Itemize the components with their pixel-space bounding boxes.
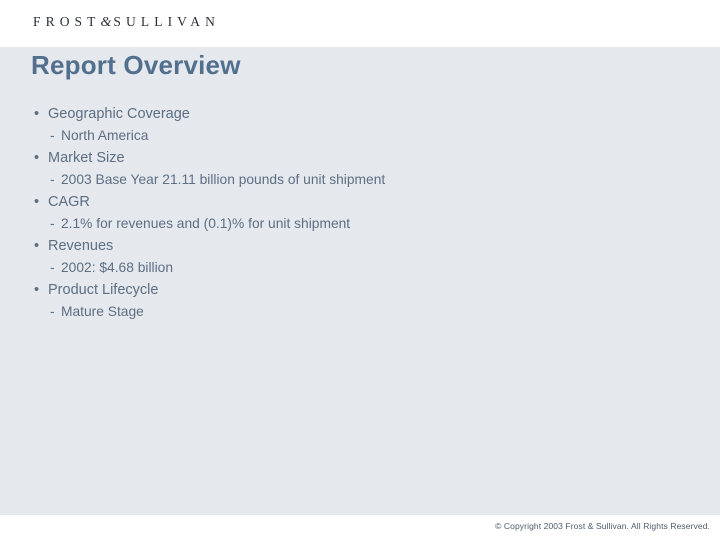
outline-list: • Geographic Coverage - North America • Mar… <box>28 103 688 323</box>
page-title: Report Overview <box>31 50 241 80</box>
list-item-label: CAGR <box>48 194 90 210</box>
bullet-dot-icon: • <box>34 106 40 122</box>
list-item-label: Product Lifecycle <box>48 282 159 298</box>
frost-sullivan-logo: FROST&SULLIVAN <box>33 14 220 31</box>
bullet-dash-icon: - <box>50 128 55 143</box>
list-item: -2.1% for revenues and (0.1)% for unit s… <box>28 213 688 235</box>
list-item: • Revenues <box>28 235 688 257</box>
bullet-dash-icon: - <box>50 172 55 187</box>
list-item-label: 2003 Base Year 21.11 billion pounds of u… <box>61 172 386 187</box>
list-item: • Product Lifecycle <box>28 279 688 301</box>
bullet-dot-icon: • <box>34 150 40 166</box>
logo-word-sullivan: SULLIVAN <box>113 14 220 29</box>
bullet-dot-icon: • <box>34 238 40 254</box>
list-item-label: 2.1% for revenues and (0.1)% for unit sh… <box>61 216 351 231</box>
bullet-dot-icon: • <box>34 282 40 298</box>
bullet-dash-icon: - <box>50 260 55 275</box>
list-item: • Market Size <box>28 147 688 169</box>
list-item-label: Geographic Coverage <box>48 106 190 122</box>
list-item: - North America <box>28 125 688 147</box>
bullet-dash-icon: - <box>50 304 55 319</box>
list-item: • CAGR <box>28 191 688 213</box>
list-item-label: Mature Stage <box>61 304 144 319</box>
bullet-dot-icon: • <box>34 194 40 210</box>
logo-word-frost: FROST <box>33 14 101 29</box>
list-item: -2002: $4.68 billion <box>28 257 688 279</box>
list-item-label: North America <box>61 128 149 143</box>
header-band: FROST&SULLIVAN <box>0 0 720 47</box>
list-item-label: Revenues <box>48 238 114 254</box>
list-item-label: 2002: $4.68 billion <box>61 260 173 275</box>
list-item: - Mature Stage <box>28 301 688 323</box>
list-item-label: Market Size <box>48 150 125 166</box>
logo-ampersand-icon: & <box>100 15 114 30</box>
list-item: -2003 Base Year 21.11 billion pounds of … <box>28 169 688 191</box>
bullet-dash-icon: - <box>50 216 55 231</box>
copyright-notice: © Copyright 2003 Frost & Sullivan. All R… <box>495 521 710 531</box>
list-item: • Geographic Coverage <box>28 103 688 125</box>
slide: FROST&SULLIVAN Report Overview • Geograph… <box>0 0 720 540</box>
